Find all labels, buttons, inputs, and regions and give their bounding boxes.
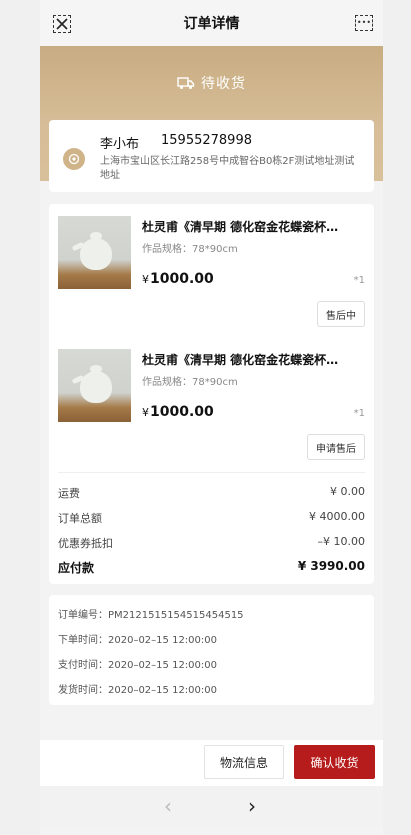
shipping-label: 运费 — [58, 487, 80, 500]
product-qty: *1 — [353, 408, 365, 419]
order-status: 待收货 — [40, 73, 383, 93]
phone-screen: 订单详情 ••• 待收货 李小布 15955278998 上海市宝山区长江路25… — [40, 0, 383, 835]
product-title: 杜灵甫《清早期 德化窑金花蝶瓷杯… — [142, 353, 339, 367]
recipient-name: 李小布 — [100, 137, 140, 152]
order-total-value: ¥ 4000.00 — [309, 510, 365, 523]
location-icon — [63, 148, 85, 170]
status-label: 待收货 — [201, 76, 246, 92]
payable-value: ¥ 3990.00 — [297, 559, 365, 573]
order-total-row: 订单总额 ¥ 4000.00 — [58, 510, 365, 526]
product-spec: 作品规格：78*90cm — [142, 244, 238, 255]
confirm-receipt-button[interactable]: 确认收货 — [294, 745, 375, 779]
logistics-button[interactable]: 物流信息 — [204, 745, 284, 779]
request-after-sale-button[interactable]: 申请售后 — [307, 434, 365, 460]
shipping-value: ¥ 0.00 — [330, 485, 365, 498]
order-total-label: 订单总额 — [58, 512, 102, 525]
order-shipped-time: 发货时间：2020–02–15 12:00:00 — [58, 685, 217, 696]
product-image — [58, 349, 131, 422]
close-icon[interactable] — [53, 15, 71, 33]
product-qty: *1 — [353, 275, 365, 286]
divider — [58, 472, 365, 473]
address-detail: 上海市宝山区长江路258号中成智谷B0栋2F测试地址测试地址 — [100, 156, 355, 181]
goods-card: 杜灵甫《清早期 德化窑金花蝶瓷杯… 作品规格：78*90cm ¥1000.00 … — [49, 204, 374, 584]
browser-nav-bar: ‹ › — [40, 786, 383, 826]
product-price: ¥1000.00 — [142, 404, 214, 420]
bottom-action-bar: 物流信息 确认收货 — [40, 740, 383, 786]
product-price: ¥1000.00 — [142, 271, 214, 287]
coupon-value: –¥ 10.00 — [317, 535, 366, 548]
nav-bar: 订单详情 ••• — [40, 0, 383, 46]
order-number: 订单编号：PM2121515154515454515 — [58, 610, 244, 621]
after-sale-status-button[interactable]: 售后中 — [317, 301, 365, 327]
order-created-time: 下单时间：2020–02–15 12:00:00 — [58, 635, 217, 646]
recipient-phone: 15955278998 — [161, 133, 252, 148]
product-spec: 作品规格：78*90cm — [142, 377, 238, 388]
page-title: 订单详情 — [183, 16, 240, 32]
coupon-label: 优惠券抵扣 — [58, 537, 113, 550]
payable-row: 应付款 ¥ 3990.00 — [58, 559, 365, 576]
order-paid-time: 支付时间：2020–02–15 12:00:00 — [58, 660, 217, 671]
product-title: 杜灵甫《清早期 德化窑金花蝶瓷杯… — [142, 220, 339, 234]
coupon-row: 优惠券抵扣 –¥ 10.00 — [58, 535, 365, 551]
forward-arrow-icon[interactable]: › — [248, 794, 256, 818]
truck-icon — [177, 77, 195, 89]
address-card[interactable]: 李小布 15955278998 上海市宝山区长江路258号中成智谷B0栋2F测试… — [49, 120, 374, 192]
product-image — [58, 216, 131, 289]
shipping-fee-row: 运费 ¥ 0.00 — [58, 485, 365, 501]
payable-label: 应付款 — [58, 561, 95, 575]
back-arrow-icon[interactable]: ‹ — [164, 794, 172, 818]
order-info-card: 订单编号：PM2121515154515454515 下单时间：2020–02–… — [49, 595, 374, 705]
more-icon[interactable]: ••• — [355, 15, 373, 31]
